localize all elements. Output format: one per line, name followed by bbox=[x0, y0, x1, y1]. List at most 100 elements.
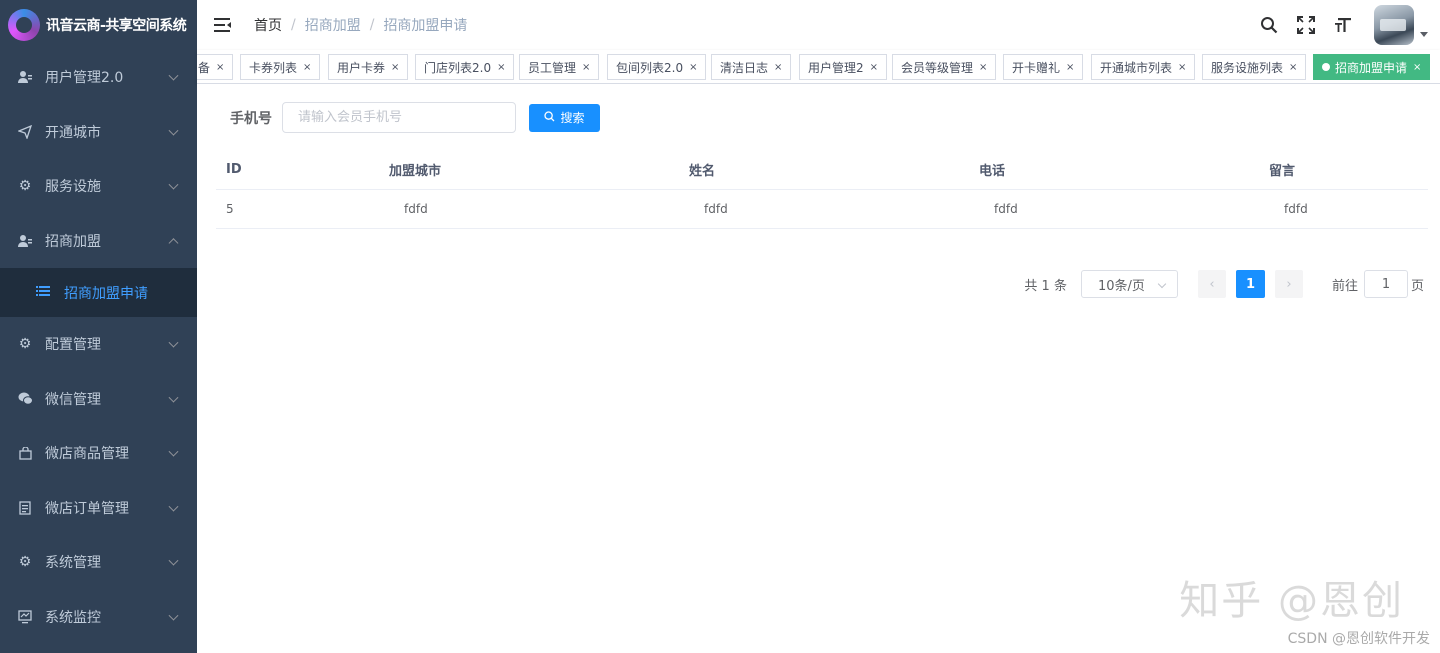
breadcrumb: 首页 / 招商加盟 / 招商加盟申请 bbox=[254, 15, 467, 35]
sidebar-item-monitor[interactable]: 系统监控 bbox=[0, 590, 197, 645]
tag-item[interactable]: 服务设施列表 × bbox=[1202, 54, 1307, 80]
tag-item-active[interactable]: 招商加盟申请 × bbox=[1313, 54, 1431, 80]
fullscreen-icon[interactable] bbox=[1296, 15, 1316, 35]
page-size-select[interactable]: 10条/页 bbox=[1080, 270, 1178, 298]
logo-icon bbox=[8, 9, 40, 41]
tag-item[interactable]: 开通城市列表 × bbox=[1091, 54, 1196, 80]
close-icon[interactable]: × bbox=[774, 62, 782, 73]
sidebar-item-facilities[interactable]: ⚙ 服务设施 bbox=[0, 159, 197, 214]
tag-item[interactable]: 备 × bbox=[197, 54, 234, 80]
active-dot-icon bbox=[1322, 63, 1330, 71]
chevron-down-icon bbox=[168, 501, 179, 512]
sidebar-item-shop-orders[interactable]: 微店订单管理 bbox=[0, 481, 197, 536]
watermark-zhihu: 知乎 @恩创 bbox=[1179, 578, 1404, 624]
document-icon bbox=[17, 500, 33, 516]
tag-item[interactable]: 会员等级管理 × bbox=[892, 54, 997, 80]
sidebar-item-cities[interactable]: 开通城市 bbox=[0, 105, 197, 160]
column-header-message: 留言 bbox=[1259, 151, 1428, 190]
tag-item[interactable]: 卡券列表 × bbox=[240, 54, 321, 80]
caret-down-icon[interactable] bbox=[1420, 31, 1428, 37]
tag-label: 门店列表2.0 bbox=[424, 60, 492, 75]
hamburger-icon[interactable] bbox=[214, 18, 232, 32]
avatar[interactable] bbox=[1374, 5, 1414, 45]
cell-message: fdfd bbox=[1259, 189, 1428, 229]
close-icon[interactable]: × bbox=[497, 62, 505, 73]
close-icon[interactable]: × bbox=[1066, 62, 1074, 73]
sidebar-subitem-label: 招商加盟申请 bbox=[64, 285, 148, 302]
top-navbar: 首页 / 招商加盟 / 招商加盟申请 bbox=[197, 0, 1440, 50]
next-page-button[interactable]: › bbox=[1274, 270, 1303, 298]
sidebar-subitem-franchise-application[interactable]: 招商加盟申请 bbox=[0, 268, 197, 317]
sidebar: 讯音云商-共享空间系统 用户管理2.0 开通城市 ⚙ 服务设施 招商加盟 招商加… bbox=[0, 0, 197, 653]
search-button[interactable]: 搜索 bbox=[529, 103, 600, 132]
sidebar-item-label: 微店订单管理 bbox=[45, 500, 129, 517]
tag-item[interactable]: 门店列表2.0 × bbox=[415, 54, 515, 80]
close-icon[interactable]: × bbox=[1413, 62, 1421, 73]
tag-label: 备 bbox=[198, 60, 211, 75]
tag-item[interactable]: 员工管理 × bbox=[519, 54, 600, 80]
table-header-row: ID 加盟城市 姓名 电话 留言 bbox=[216, 151, 1428, 190]
phone-search-input[interactable] bbox=[282, 102, 516, 133]
cell-city: fdfd bbox=[379, 189, 679, 229]
tag-label: 清洁日志 bbox=[720, 60, 769, 75]
sidebar-item-label: 系统管理 bbox=[45, 555, 101, 572]
column-header-name: 姓名 bbox=[679, 151, 969, 190]
wechat-icon bbox=[17, 391, 33, 407]
page-size-value: 10条/页 bbox=[1097, 278, 1145, 294]
breadcrumb-parent: 招商加盟 bbox=[304, 18, 361, 34]
sidebar-item-label: 服务设施 bbox=[45, 179, 101, 196]
breadcrumb-separator: / bbox=[369, 17, 375, 33]
close-icon[interactable]: × bbox=[870, 62, 878, 73]
tag-label: 招商加盟申请 bbox=[1335, 60, 1408, 75]
goto-page-input[interactable] bbox=[1363, 270, 1408, 298]
chevron-down-icon bbox=[168, 392, 179, 403]
chevron-down-icon bbox=[168, 179, 179, 190]
close-icon[interactable]: × bbox=[582, 62, 590, 73]
table-row[interactable]: 5 fdfd fdfd fdfd fdfd bbox=[216, 189, 1428, 229]
sidebar-item-wechat[interactable]: 微信管理 bbox=[0, 372, 197, 427]
tag-label: 员工管理 bbox=[528, 60, 577, 75]
tag-label: 用户卡券 bbox=[337, 60, 386, 75]
tag-item[interactable]: 用户卡券 × bbox=[328, 54, 409, 80]
gear-icon: ⚙ bbox=[18, 178, 32, 195]
chevron-down-icon bbox=[168, 125, 179, 136]
page-number-current[interactable]: 1 bbox=[1235, 270, 1265, 298]
sidebar-item-shop-products[interactable]: 微店商品管理 bbox=[0, 426, 197, 481]
user-icon bbox=[17, 69, 33, 85]
chevron-right-icon: › bbox=[1286, 276, 1292, 292]
user-icon bbox=[17, 233, 33, 249]
close-icon[interactable]: × bbox=[979, 62, 987, 73]
close-icon[interactable]: × bbox=[1178, 62, 1186, 73]
app-root: 讯音云商-共享空间系统 用户管理2.0 开通城市 ⚙ 服务设施 招商加盟 招商加… bbox=[0, 0, 1440, 653]
sidebar-item-label: 系统监控 bbox=[45, 609, 101, 626]
font-size-icon[interactable] bbox=[1333, 15, 1353, 35]
chevron-down-icon bbox=[168, 610, 179, 621]
goto-label: 前往 bbox=[1331, 278, 1358, 294]
breadcrumb-home[interactable]: 首页 bbox=[254, 15, 282, 35]
tag-item[interactable]: 包间列表2.0 × bbox=[607, 54, 707, 80]
close-icon[interactable]: × bbox=[216, 62, 224, 73]
sidebar-item-franchise[interactable]: 招商加盟 bbox=[0, 214, 197, 269]
search-icon[interactable] bbox=[1259, 15, 1279, 35]
sidebar-item-system[interactable]: ⚙ 系统管理 bbox=[0, 535, 197, 590]
tag-item[interactable]: 开卡赠礼 × bbox=[1003, 54, 1084, 80]
close-icon[interactable]: × bbox=[391, 62, 399, 73]
sidebar-item-label: 配置管理 bbox=[45, 337, 101, 354]
sidebar-item-config[interactable]: ⚙ 配置管理 bbox=[0, 317, 197, 372]
sidebar-item-user-management[interactable]: 用户管理2.0 bbox=[0, 50, 197, 105]
column-header-phone: 电话 bbox=[969, 151, 1259, 190]
phone-label: 手机号 bbox=[230, 110, 272, 127]
page-jumper: 前往 页 bbox=[1332, 270, 1424, 298]
close-icon[interactable]: × bbox=[303, 62, 311, 73]
list-icon bbox=[36, 285, 50, 301]
tag-label: 用户管理2 bbox=[808, 60, 864, 75]
prev-page-button[interactable]: ‹ bbox=[1197, 270, 1226, 298]
tag-item[interactable]: 用户管理2 × bbox=[799, 54, 888, 80]
tag-item[interactable]: 清洁日志 × bbox=[711, 54, 792, 80]
tag-label: 包间列表2.0 bbox=[616, 60, 684, 75]
close-icon[interactable]: × bbox=[1289, 62, 1297, 73]
cell-id: 5 bbox=[216, 189, 379, 229]
close-icon[interactable]: × bbox=[689, 62, 697, 73]
app-logo[interactable]: 讯音云商-共享空间系统 bbox=[0, 0, 197, 50]
cell-name: fdfd bbox=[679, 189, 969, 229]
